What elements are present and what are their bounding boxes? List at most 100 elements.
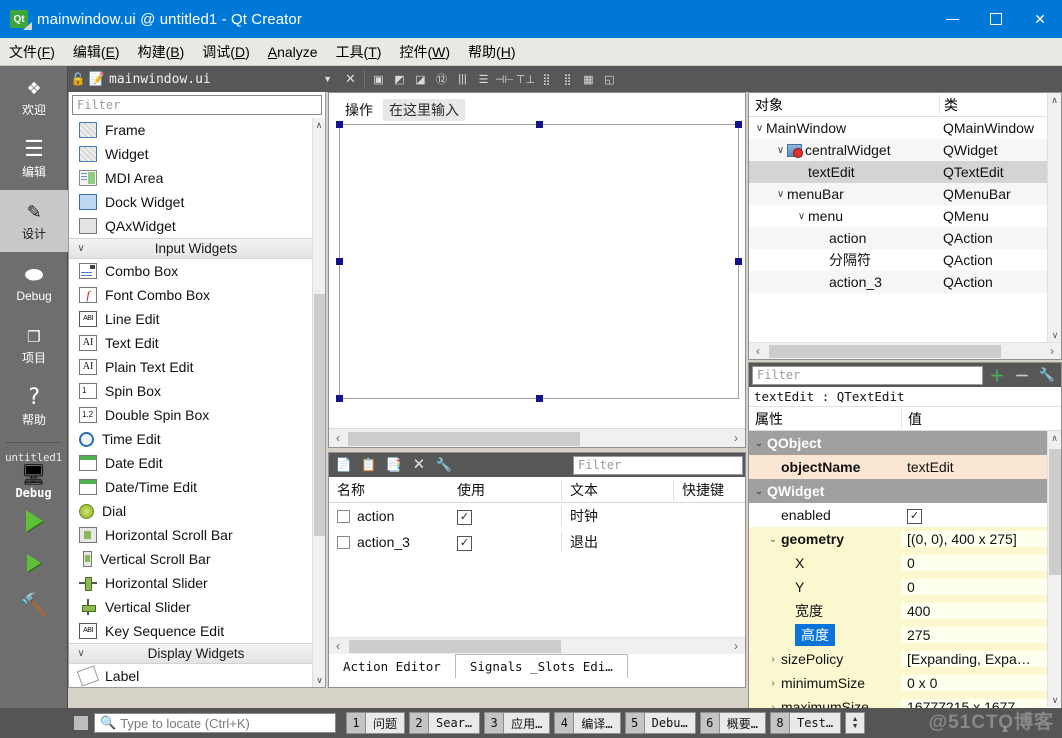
chevron-right-icon[interactable]: › [727,431,745,445]
widget-box-scrollbar[interactable]: ∧ ∨ [312,118,325,687]
run-button[interactable] [0,500,68,542]
resize-handle-middle-right[interactable] [735,258,742,265]
resize-handle-top-center[interactable] [536,121,543,128]
scrollbar-thumb[interactable] [349,639,561,653]
object-tree-row[interactable]: ∨ MainWindow QMainWindow [749,117,1061,139]
mode-projects[interactable]: ❐ 项目 [0,314,68,376]
scrollbar-thumb[interactable] [314,294,325,536]
property-value[interactable]: 400 [901,603,1061,619]
chevron-down-icon[interactable]: ▼ [323,74,340,84]
object-inspector-vscrollbar[interactable]: ∧ ∨ [1047,93,1061,342]
layout-horizontally-icon[interactable]: ||| [452,67,473,91]
output-tab-4[interactable]: 4 编译… [554,712,621,734]
scrollbar-thumb[interactable] [769,344,1001,358]
widget-item-mdi-area[interactable]: MDI Area [69,166,325,190]
run-target-selector[interactable]: untitled1 🖥 Debug [0,447,67,500]
edit-buddies-icon[interactable]: ◪ [410,67,431,91]
widget-item-horizontal-slider[interactable]: Horizontal Slider [69,571,325,595]
action-editor-filter[interactable]: Filter [573,455,743,475]
widget-item-key-sequence-edit[interactable]: ABI Key Sequence Edit [69,619,325,643]
close-button[interactable]: ✕ [1018,0,1062,38]
mode-help[interactable]: ? 帮助 [0,376,68,438]
property-row[interactable]: ⌄ QWidget [749,479,1061,503]
resize-handle-top-right[interactable] [735,121,742,128]
layout-vertically-icon[interactable]: ☰ [473,67,494,91]
property-checkbox[interactable]: ✓ [907,509,922,524]
layout-form-icon[interactable]: ⣿ [536,67,557,91]
chevron-up-icon[interactable]: ∧ [1048,93,1061,107]
property-value[interactable]: textEdit [901,459,1061,475]
property-editor-filter[interactable]: Filter [752,365,983,385]
form-menu-placeholder[interactable]: 在这里输入 [383,99,465,121]
widget-item-combo-box[interactable]: Combo Box [69,259,325,283]
chevron-down-icon[interactable]: ∨ [774,189,787,200]
widget-item-plain-text-edit[interactable]: AI Plain Text Edit [69,355,325,379]
build-button[interactable]: 🔨 [0,584,68,626]
locator-input[interactable]: 🔍 Type to locate (Ctrl+K) [94,713,336,733]
expander-icon[interactable]: › [765,654,781,665]
object-tree-row[interactable]: ∨ centralWidget QWidget [749,139,1061,161]
action-used-checkbox[interactable]: ✓ [457,510,472,525]
dock-tab-signals-slots-edi-[interactable]: Signals _Slots Edi… [454,654,628,678]
property-row[interactable]: Y0 [749,575,1061,599]
widget-item-vertical-scroll-bar[interactable]: Vertical Scroll Bar [69,547,325,571]
action-used-checkbox[interactable]: ✓ [457,536,472,551]
mode-edit[interactable]: ☰ 编辑 [0,128,68,190]
resize-handle-bottom-center[interactable] [536,395,543,402]
object-tree-row[interactable]: action QAction [749,227,1061,249]
dock-tab-action-editor[interactable]: Action Editor [329,654,455,678]
mode-welcome[interactable]: ❖ 欢迎 [0,66,68,128]
menu-analyze[interactable]: Analyze [259,41,327,63]
form-central-widget[interactable] [336,121,742,402]
menu-widgets[interactable]: 控件(W) [390,39,459,65]
widget-item-label[interactable]: Label [69,664,325,687]
designed-main-window[interactable]: 操作 在这里输入 [335,99,742,402]
minimize-button[interactable] [930,0,974,38]
chevron-down-icon[interactable]: ∨ [774,145,787,156]
mode-design[interactable]: ✎ 设计 [0,190,68,252]
close-editor-button[interactable]: ✕ [340,67,361,91]
expander-icon[interactable]: ⌄ [765,534,781,545]
chevron-down-icon[interactable]: ∨ [753,123,766,134]
widget-item-dock-widget[interactable]: Dock Widget [69,190,325,214]
unlocked-icon[interactable]: 🔓 [68,72,88,86]
widget-item-date-edit[interactable]: Date Edit [69,451,325,475]
property-value[interactable]: [(0, 0), 400 x 275] [901,531,1061,547]
scrollbar-thumb[interactable] [1049,449,1061,575]
edit-widgets-icon[interactable]: ▣ [368,67,389,91]
widget-item-widget[interactable]: Widget [69,142,325,166]
form-canvas-hscrollbar[interactable]: ‹ › [329,428,745,447]
action-editor-hscrollbar[interactable]: ‹ › [329,637,745,654]
resize-handle-top-left[interactable] [336,121,343,128]
wrench-icon[interactable]: 🔧 [1036,364,1058,386]
scrollbar-track[interactable] [347,430,727,446]
open-editor-combo[interactable]: 🔓 📝 mainwindow.ui ▼ [68,66,340,92]
property-row[interactable]: 高度 275 [749,623,1061,647]
object-tree-row[interactable]: ∨ menu QMenu [749,205,1061,227]
break-layout-icon[interactable]: ▦ [578,67,599,91]
property-row[interactable]: ⌄ QObject [749,431,1061,455]
property-value[interactable]: ✓ [901,506,1061,524]
paste-action-icon[interactable]: 📑 [383,454,405,476]
chevron-right-icon[interactable]: › [1043,344,1061,358]
chevron-left-icon[interactable]: ‹ [749,344,767,358]
chevron-up-icon[interactable]: ∧ [1048,431,1061,445]
menu-file[interactable]: 文件(F) [0,39,64,65]
menu-build[interactable]: 构建(B) [129,39,194,65]
menu-help[interactable]: 帮助(H) [459,39,524,65]
row-checkbox[interactable] [337,535,350,549]
layout-splitter-v-icon[interactable]: ⊤⊥ [515,67,536,91]
chevron-down-icon[interactable]: ∨ [1048,328,1062,342]
menu-edit[interactable]: 编辑(E) [64,39,129,65]
widget-item-qaxwidget[interactable]: QAxWidget [69,214,325,238]
property-value[interactable]: 275 [901,627,1061,643]
widget-box-filter[interactable]: Filter [72,95,322,115]
resize-handle-middle-left[interactable] [336,258,343,265]
chevron-left-icon[interactable]: ‹ [329,639,347,653]
edit-signals-slots-icon[interactable]: ◩ [389,67,410,91]
minus-icon[interactable]: － [1011,364,1033,386]
action-row[interactable]: action ✓ 时钟 [329,503,745,529]
property-value[interactable]: 0 [901,555,1061,571]
sidebar-toggle-icon[interactable] [74,716,88,730]
chevron-down-icon[interactable]: ▼ [852,723,859,730]
